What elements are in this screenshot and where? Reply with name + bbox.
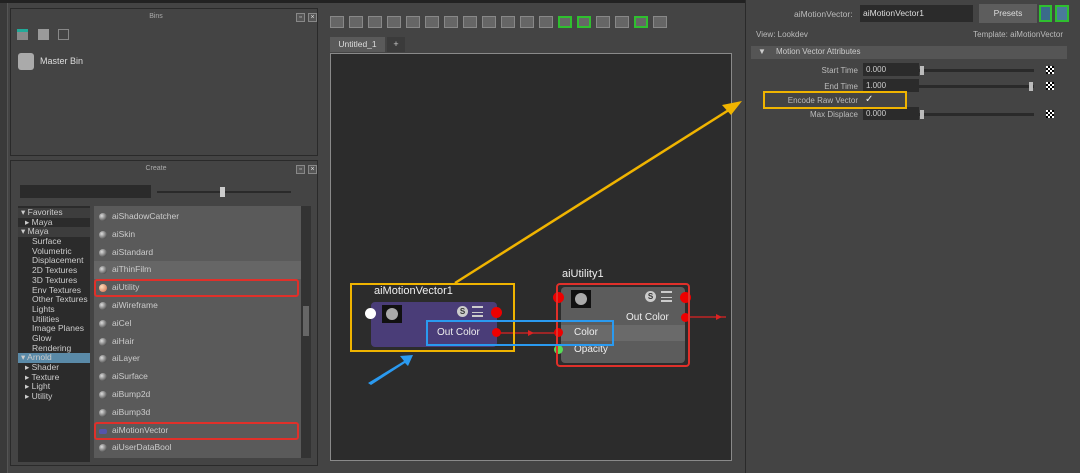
- section-header[interactable]: ▼ Motion Vector Attributes: [751, 46, 1067, 59]
- node-name-field[interactable]: aiMotionVector1: [860, 5, 973, 22]
- section-title: Motion Vector Attributes: [776, 47, 861, 56]
- start-time-slider[interactable]: [919, 66, 1034, 75]
- show-output-icon[interactable]: [1055, 5, 1069, 22]
- collapse-triangle-icon: ▼: [758, 47, 766, 56]
- start-time-label: Start Time: [821, 66, 858, 75]
- presets-button[interactable]: Presets: [979, 4, 1037, 23]
- view-label: View: Lookdev: [756, 30, 808, 39]
- attribute-editor: aiMotionVector: aiMotionVector1 Presets …: [745, 0, 1080, 473]
- map-button[interactable]: [1046, 66, 1054, 74]
- node2-title: aiUtility1: [562, 268, 604, 280]
- end-time-slider[interactable]: [919, 82, 1034, 91]
- max-displace-slider[interactable]: [919, 110, 1034, 119]
- show-input-icon[interactable]: [1039, 5, 1052, 22]
- max-displace-label: Max Displace: [809, 110, 858, 119]
- map-button[interactable]: [1046, 82, 1054, 90]
- end-time-label: End Time: [824, 82, 858, 91]
- map-button[interactable]: [1046, 110, 1054, 118]
- highlight-connection: [426, 320, 614, 346]
- annotation-arrow-yellow: [454, 106, 733, 285]
- highlight-encode: [763, 91, 907, 109]
- start-time-field[interactable]: 0.000: [863, 63, 919, 76]
- annotation-arrow-blue: [368, 355, 413, 385]
- template-label: Template: aiMotionVector: [973, 30, 1063, 39]
- node-type-label: aiMotionVector:: [794, 9, 853, 19]
